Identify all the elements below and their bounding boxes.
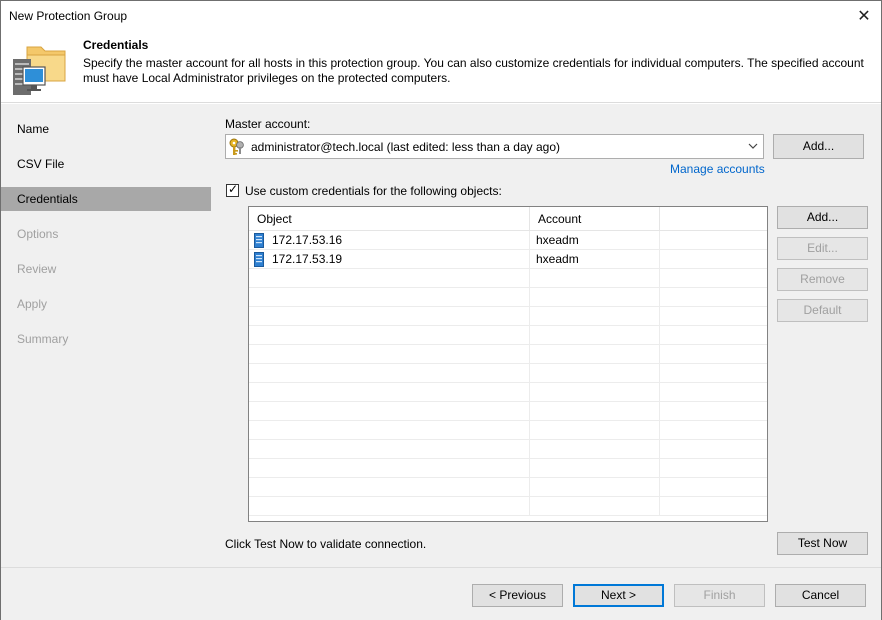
- page-description: Specify the master account for all hosts…: [83, 56, 864, 85]
- empty-table-row: [249, 269, 767, 288]
- object-cell: 172.17.53.19: [272, 252, 343, 266]
- step-summary: Summary: [17, 332, 69, 346]
- step-csv-file[interactable]: CSV File: [1, 152, 211, 176]
- empty-table-row: [249, 307, 767, 326]
- step-review: Review: [17, 262, 57, 276]
- server-icon: [254, 252, 264, 267]
- custom-credentials-checkbox[interactable]: ✓: [226, 182, 239, 197]
- empty-table-row: [249, 364, 767, 383]
- cancel-button[interactable]: Cancel: [775, 584, 866, 607]
- key-icon: [229, 138, 244, 155]
- wizard-footer: < Previous Next > Finish Cancel: [1, 567, 881, 620]
- wizard-header: Credentials Specify the master account f…: [1, 31, 881, 103]
- account-cell: hxeadm: [536, 233, 579, 247]
- protection-group-folder-icon: [13, 46, 66, 95]
- account-cell: hxeadm: [536, 252, 579, 266]
- empty-table-row: [249, 383, 767, 402]
- empty-table-row: [249, 497, 767, 516]
- master-account-value: administrator@tech.local (last edited: l…: [251, 140, 561, 154]
- add-master-account-button[interactable]: Add...: [773, 134, 864, 159]
- test-now-button[interactable]: Test Now: [777, 532, 868, 555]
- step-apply: Apply: [17, 297, 48, 311]
- table-row[interactable]: 172.17.53.19 hxeadm: [249, 250, 767, 269]
- chevron-down-icon: [748, 143, 758, 149]
- table-header: Object Account: [249, 207, 767, 231]
- add-object-button[interactable]: Add...: [777, 206, 868, 229]
- credentials-table[interactable]: Object Account 172.17.53.16 hxeadm 172.1…: [248, 206, 768, 522]
- default-object-button[interactable]: Default: [777, 299, 868, 322]
- step-credentials[interactable]: Credentials: [1, 187, 211, 211]
- page-title: Credentials: [83, 38, 149, 52]
- empty-table-row: [249, 421, 767, 440]
- step-name[interactable]: Name: [1, 117, 211, 141]
- master-account-select[interactable]: administrator@tech.local (last edited: l…: [225, 134, 764, 159]
- master-account-label: Master account:: [225, 117, 311, 131]
- checkmark-icon: ✓: [228, 182, 239, 196]
- test-hint-text: Click Test Now to validate connection.: [225, 537, 427, 551]
- custom-credentials-label: Use custom credentials for the following…: [245, 184, 502, 198]
- previous-button[interactable]: < Previous: [472, 584, 563, 607]
- empty-table-row: [249, 440, 767, 459]
- empty-table-row: [249, 288, 767, 307]
- server-icon: [254, 233, 264, 248]
- empty-table-row: [249, 326, 767, 345]
- empty-table-row: [249, 478, 767, 497]
- object-cell: 172.17.53.16: [272, 233, 343, 247]
- close-icon: ✕: [857, 8, 871, 25]
- column-header-object[interactable]: Object: [249, 207, 530, 231]
- manage-accounts-link[interactable]: Manage accounts: [670, 162, 765, 176]
- empty-table-row: [249, 402, 767, 421]
- remove-object-button[interactable]: Remove: [777, 268, 868, 291]
- window-title: New Protection Group: [9, 9, 128, 23]
- table-row[interactable]: 172.17.53.16 hxeadm: [249, 231, 767, 250]
- empty-table-row: [249, 459, 767, 478]
- wizard-steps-sidebar: Name CSV File Credentials Options Review…: [1, 104, 212, 567]
- step-options: Options: [17, 227, 59, 241]
- column-header-account[interactable]: Account: [530, 207, 660, 231]
- credentials-panel: Master account: administrator@tech.local…: [212, 104, 881, 567]
- title-bar: New Protection Group ✕: [1, 1, 881, 31]
- wizard-window: New Protection Group ✕ Credentials Speci…: [0, 0, 882, 620]
- finish-button[interactable]: Finish: [674, 584, 765, 607]
- next-button[interactable]: Next >: [573, 584, 664, 607]
- close-button[interactable]: ✕: [847, 1, 881, 31]
- empty-table-row: [249, 345, 767, 364]
- edit-object-button[interactable]: Edit...: [777, 237, 868, 260]
